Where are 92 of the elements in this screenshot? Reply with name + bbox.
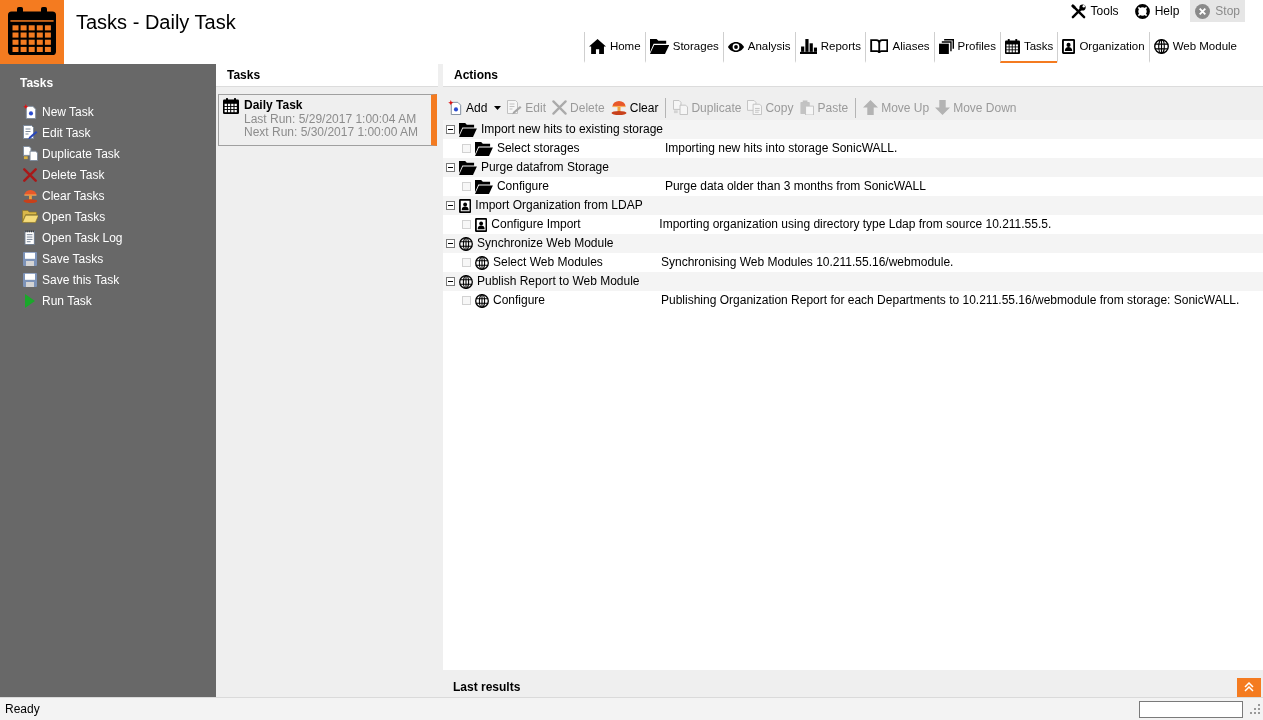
next-run-text: Next Run: 5/30/2017 1:00:00 AM [244,126,419,139]
collapse-icon[interactable] [446,239,455,248]
checkbox[interactable] [462,182,471,191]
folder-icon [649,39,669,54]
task-card[interactable]: Daily Task Last Run: 5/29/2017 1:00:04 AM Next Run: 5/30/2017 1:00:00 AM [218,94,437,146]
action-description: Purge data older than 3 months from SonicWALL [664,179,926,194]
copy-icon [747,100,763,115]
sidebar-link[interactable]: Run Task [20,290,96,311]
sidebar-link[interactable]: Edit Task [20,122,95,143]
action-description: Publishing Organization Report for each Departments to 10.211.55.16/webmodule from storage: SonicWALL. [661,293,1240,308]
globe-icon [1153,39,1169,54]
folder-icon [459,122,477,137]
tree-item[interactable]: Import new hits to existing storage [480,122,663,137]
chevron-up-icon [1244,682,1254,692]
nav-tab[interactable]: Tasks [999,32,1058,63]
tree-item[interactable]: Configure Import [491,217,656,232]
mushroom-cloud-icon [610,100,627,115]
folder-icon [475,141,493,156]
calendar-logo-icon [0,0,64,64]
folder-icon [459,160,477,175]
new-document-icon [448,100,463,115]
tree-item[interactable]: Configure [496,179,661,194]
new-document-icon [22,104,38,119]
sidebar-link[interactable]: Delete Task [20,164,109,185]
sidebar-link[interactable]: Open Tasks [20,206,110,227]
window-title: Tasks - Daily Task [75,10,237,34]
notepad-icon [24,230,36,245]
tree-item[interactable]: Select storages [496,141,661,156]
stop-icon [1195,3,1211,19]
action-description: Importing new hits into storage SonicWALL. [664,141,898,156]
globe-icon [475,255,489,270]
globe-icon [459,236,473,251]
help-icon [1134,3,1150,19]
status-text: Ready [5,701,41,718]
globe-icon [459,274,473,289]
edit-document-icon [22,125,38,140]
checkbox[interactable] [462,258,471,267]
sidebar-link[interactable]: New Task [20,101,98,122]
edit-document-icon [507,100,523,115]
pages-icon [938,39,954,54]
calendar-icon [223,98,239,114]
checkbox[interactable] [462,144,471,153]
collapse-icon[interactable] [446,201,455,210]
arrow-down-icon [935,100,951,115]
sidebar-link[interactable]: Duplicate Task [20,143,124,164]
calendar-icon [1004,39,1020,54]
panel-title: Last results [453,679,521,695]
duplicate-icon [673,100,689,115]
delete-icon [23,167,37,182]
paste-icon [799,100,815,115]
tree-item[interactable]: Synchronize Web Module [477,236,614,251]
mushroom-cloud-icon [22,188,38,203]
sidebar-link[interactable]: Open Task Log [20,227,127,248]
delete-icon [552,100,568,115]
tree-item[interactable]: Select Web Modules [493,255,657,270]
collapse-icon[interactable] [446,125,455,134]
clear-button[interactable]: Clear [607,96,662,119]
bar-chart-icon [799,39,817,54]
collapse-icon[interactable] [446,163,455,172]
tree-item[interactable]: Purge datafrom Storage [480,160,609,175]
toolbar-button[interactable]: Help [1129,0,1185,22]
folder-icon [475,179,493,194]
last-run-text: Last Run: 5/29/2017 1:00:04 AM [244,113,417,126]
checkbox[interactable] [462,296,471,305]
collapse-icon[interactable] [446,277,455,286]
folder-icon [21,210,39,223]
play-icon [25,293,35,308]
duplicate-icon [22,146,38,161]
action-description: Importing organization using directory type Ldap from source 10.211.55.5. [659,217,1052,232]
sidebar-link[interactable]: Save this Task [20,269,124,290]
globe-icon [475,293,489,308]
tree-item[interactable]: Import Organization from LDAP [475,198,643,213]
book-icon [870,39,889,54]
add-button[interactable]: Add [445,96,505,119]
sidebar-link[interactable]: Save Tasks [20,248,108,269]
sidebar-title: Tasks [20,75,54,91]
sidebar-link[interactable]: Clear Tasks [20,185,109,206]
checkbox[interactable] [462,220,471,229]
eye-icon [727,41,744,52]
panel-title: Tasks [216,64,438,87]
home-icon [588,39,606,54]
arrow-up-icon [863,100,879,115]
resize-grip-icon[interactable] [1250,704,1260,714]
expand-panel-button[interactable] [1237,677,1261,697]
action-description: Synchronising Web Modules 10.211.55.16/webmodule. [661,255,954,270]
task-name: Daily Task [244,98,303,113]
panel-title: Actions [443,64,1263,87]
contact-card-icon [1062,39,1076,54]
tools-icon [1070,3,1086,19]
tree-item[interactable]: Configure [493,293,657,308]
toolbar-button[interactable]: Tools [1065,0,1124,22]
tree-item[interactable]: Publish Report to Web Module [477,274,640,289]
